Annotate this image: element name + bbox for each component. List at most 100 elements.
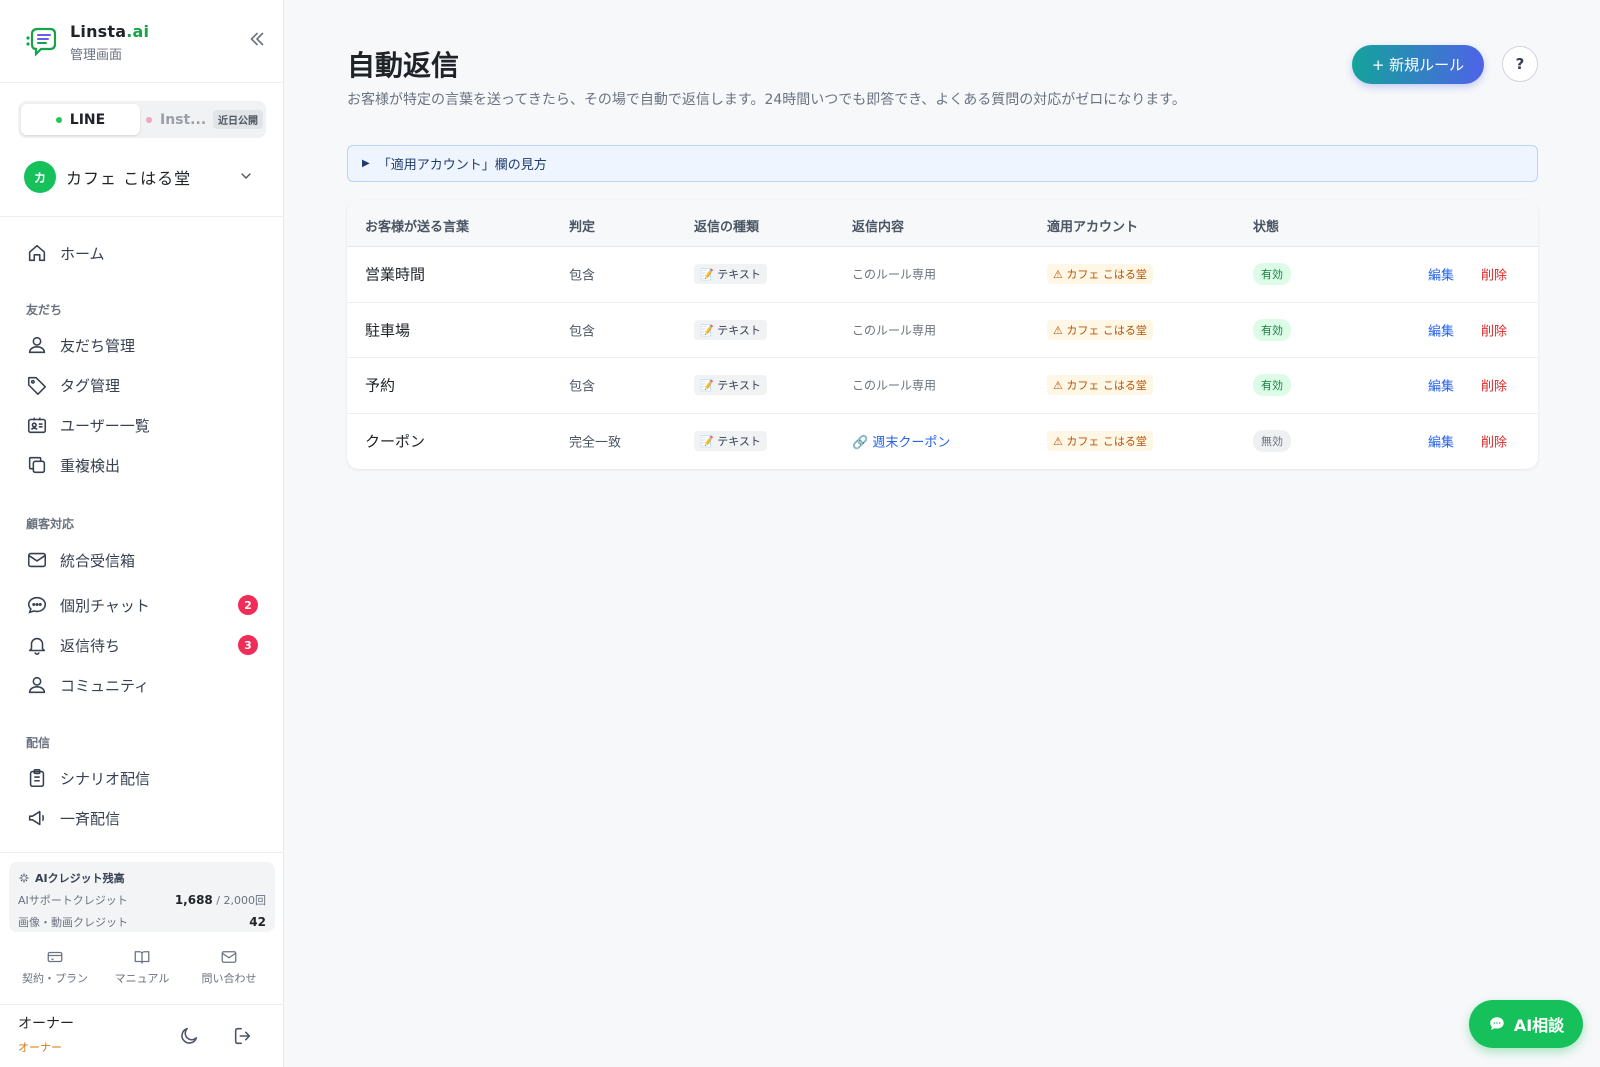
page-description: お客様が特定の言葉を送ってきたら、その場で自動で返信します。24時間いつでも即答…: [347, 92, 1186, 108]
row-status-badge: 無効: [1253, 430, 1291, 453]
row-keyword: 予約: [365, 376, 396, 395]
tab-instagram[interactable]: Inst... 近日公開: [140, 104, 263, 135]
table-row: クーポン 完全一致 📝 テキスト 🔗 週末クーポン ⚠ カフェ こはる堂 無効 編集 削除: [347, 414, 1538, 470]
sparkle-icon: [19, 873, 29, 883]
book-icon: [134, 951, 150, 964]
nav-community[interactable]: コミュニティ: [26, 671, 258, 699]
users-icon: [28, 676, 46, 694]
brand[interactable]: Linsta.ai 管理画面: [24, 18, 149, 66]
nav-broadcast[interactable]: 一斉配信: [26, 804, 258, 832]
ai-credit-panel: AIクレジット残高 AIサポートクレジット 1,688 / 2,000回 画像・動…: [9, 862, 275, 932]
nav-friends-management[interactable]: 友だち管理: [26, 331, 258, 359]
nav-user-list[interactable]: ユーザー一覧: [26, 411, 258, 439]
nav-individual-chat[interactable]: 個別チャット 2: [26, 591, 258, 619]
row-delete-link[interactable]: 削除: [1481, 265, 1507, 284]
credit-card-icon: [47, 951, 63, 963]
page-title: 自動返信: [347, 49, 460, 82]
divider: [0, 82, 284, 83]
coming-soon-badge: 近日公開: [213, 110, 263, 129]
row-match-type: 包含: [569, 324, 596, 340]
row-edit-link[interactable]: 編集: [1428, 376, 1454, 395]
clipboard-icon: [29, 768, 45, 788]
brand-name: Linsta.ai: [70, 21, 150, 41]
row-edit-link[interactable]: 編集: [1428, 320, 1454, 339]
id-card-icon: [27, 417, 47, 434]
nav-tag-management[interactable]: タグ管理: [26, 371, 258, 399]
mail-icon: [27, 552, 47, 568]
contact-link[interactable]: 問い合わせ: [189, 948, 269, 986]
awaiting-count-badge: 3: [238, 635, 258, 655]
row-delete-link[interactable]: 削除: [1481, 320, 1507, 339]
row-account-chip: ⚠ カフェ こはる堂: [1047, 319, 1153, 340]
moon-icon[interactable]: [178, 1025, 200, 1047]
row-delete-link[interactable]: 削除: [1481, 376, 1507, 395]
account-column-help-toggle[interactable]: ▶ 「適用アカウント」欄の見方: [347, 145, 1538, 182]
linsta-logo-icon: [26, 27, 57, 57]
new-rule-button[interactable]: + 新規ルール: [1352, 45, 1484, 84]
nav-unified-inbox[interactable]: 統合受信箱: [26, 546, 258, 574]
account-selector[interactable]: カ カフェ こはる堂: [24, 160, 262, 194]
disclosure-triangle-icon: ▶: [362, 158, 370, 169]
help-button[interactable]: ?: [1502, 46, 1538, 82]
nav-section-support: 顧客対応: [26, 517, 75, 531]
header-status: 状態: [1253, 220, 1280, 235]
brand-subtitle: 管理画面: [70, 47, 123, 63]
nav-scenario-delivery[interactable]: シナリオ配信: [26, 764, 258, 792]
row-status-badge: 有効: [1253, 263, 1291, 286]
row-reply-type-chip: 📝 テキスト: [694, 375, 767, 396]
row-reply-type-chip: 📝 テキスト: [694, 431, 767, 452]
collapse-sidebar-icon[interactable]: [246, 28, 268, 50]
footer-links: 契約・プラン マニュアル 問い合わせ: [9, 948, 275, 986]
chat-icon: [1490, 1017, 1504, 1030]
nav-duplicate-detection[interactable]: 重複検出: [26, 451, 258, 479]
divider: [0, 852, 284, 853]
nav-home[interactable]: ホーム: [26, 239, 258, 267]
row-edit-link[interactable]: 編集: [1428, 265, 1454, 284]
row-account-chip: ⚠ カフェ こはる堂: [1047, 431, 1153, 452]
home-icon: [28, 244, 46, 262]
header-account: 適用アカウント: [1047, 220, 1139, 235]
tab-line[interactable]: LINE: [21, 104, 140, 135]
divider: [0, 1004, 284, 1005]
divider: [0, 216, 284, 217]
logout-icon[interactable]: [232, 1025, 254, 1047]
row-delete-link[interactable]: 削除: [1481, 432, 1507, 451]
row-reply-content[interactable]: 🔗 週末クーポン: [852, 432, 950, 451]
table-row: 予約 包含 📝 テキスト このルール専用 ⚠ カフェ こはる堂 有効 編集 削除: [347, 358, 1538, 414]
user-name: オーナー: [18, 1016, 74, 1032]
table-header: お客様が送る言葉 判定 返信の種類 返信内容 適用アカウント 状態: [347, 200, 1538, 247]
sidebar: Linsta.ai 管理画面 LINE Inst... 近日公開 カ カフェ こは…: [0, 0, 284, 1067]
manual-link[interactable]: マニュアル: [102, 948, 182, 986]
row-match-type: 包含: [569, 268, 596, 284]
user-block: オーナー オーナー: [18, 1013, 74, 1055]
table-body: 営業時間 包含 📝 テキスト このルール専用 ⚠ カフェ こはる堂 有効 編集 削除 駐車場 包含…: [347, 247, 1538, 469]
row-reply-content: このルール専用: [852, 267, 937, 282]
table-row: 営業時間 包含 📝 テキスト このルール専用 ⚠ カフェ こはる堂 有効 編集 削除: [347, 247, 1538, 303]
row-edit-link[interactable]: 編集: [1428, 432, 1454, 451]
account-avatar: カ: [24, 161, 56, 193]
row-keyword: 駐車場: [365, 321, 411, 340]
nav-awaiting-reply[interactable]: 返信待ち 3: [26, 631, 258, 659]
row-reply-content: このルール専用: [852, 323, 937, 338]
nav-section-friends: 友だち: [26, 303, 63, 317]
row-reply-type-chip: 📝 テキスト: [694, 264, 767, 285]
chevron-down-icon: [241, 173, 251, 179]
tag-icon: [27, 376, 47, 395]
row-account-chip: ⚠ カフェ こはる堂: [1047, 264, 1153, 285]
auto-reply-table: お客様が送る言葉 判定 返信の種類 返信内容 適用アカウント 状態 営業時間 包含…: [347, 200, 1538, 469]
row-reply-content: このルール専用: [852, 378, 937, 393]
support-credit-value: 1,688: [174, 893, 213, 907]
row-keyword: 営業時間: [365, 265, 426, 284]
ai-consult-button[interactable]: AI相談: [1469, 1000, 1583, 1048]
header-reply-content: 返信内容: [852, 220, 905, 235]
row-status-badge: 有効: [1253, 374, 1291, 397]
channel-tabs: LINE Inst... 近日公開: [18, 101, 266, 138]
unread-count-badge: 2: [238, 595, 258, 615]
header-reply-type: 返信の種類: [694, 220, 760, 235]
chat-bubble-icon: [27, 596, 47, 614]
contract-plan-link[interactable]: 契約・プラン: [15, 948, 95, 986]
megaphone-icon: [28, 810, 44, 826]
nav-section-delivery: 配信: [26, 736, 51, 750]
row-match-type: 完全一致: [569, 435, 622, 451]
header-keyword: お客様が送る言葉: [365, 220, 470, 235]
